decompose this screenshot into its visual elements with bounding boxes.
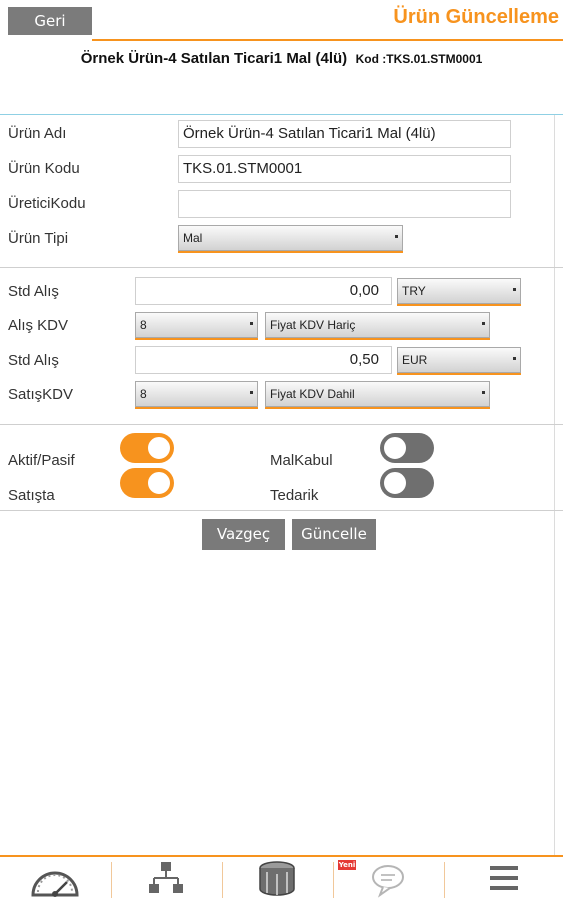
header-accent-line bbox=[92, 39, 563, 41]
sell-vat-label: SatışKDV bbox=[8, 386, 74, 403]
hierarchy-icon bbox=[149, 862, 183, 893]
product-type-select[interactable]: Mal bbox=[178, 225, 403, 251]
section-divider bbox=[0, 510, 563, 511]
sell-vat-select[interactable]: 8 bbox=[135, 381, 258, 407]
sell-price-label: Std Alış bbox=[8, 352, 59, 369]
sell-vat-mode-value: Fiyat KDV Dahil bbox=[270, 387, 355, 401]
supply-toggle[interactable] bbox=[380, 468, 434, 498]
product-name-heading: Örnek Ürün-4 Satılan Ticari1 Mal (4lü) bbox=[80, 50, 348, 67]
active-toggle[interactable] bbox=[120, 433, 174, 463]
buy-currency-value: TRY bbox=[402, 284, 426, 298]
menu-icon bbox=[490, 866, 518, 890]
section-divider bbox=[0, 424, 563, 425]
sell-vat-mode-select[interactable]: Fiyat KDV Dahil bbox=[265, 381, 490, 407]
products-box-icon bbox=[259, 861, 295, 896]
dropdown-arrow-icon bbox=[513, 357, 516, 360]
goods-receipt-toggle-label: MalKabul bbox=[270, 452, 333, 469]
product-type-value: Mal bbox=[183, 231, 203, 245]
dropdown-arrow-icon bbox=[513, 288, 516, 291]
buy-price-label: Std Alış bbox=[8, 283, 59, 300]
dropdown-arrow-icon bbox=[482, 322, 485, 325]
toggle-knob bbox=[382, 470, 408, 496]
toggle-knob bbox=[146, 435, 172, 461]
sell-vat-value: 8 bbox=[140, 387, 147, 401]
buy-currency-select[interactable]: TRY bbox=[397, 278, 521, 304]
product-code-heading: Kod :TKS.01.STM0001 bbox=[355, 52, 483, 66]
scroll-track bbox=[554, 115, 555, 855]
nav-tab-products[interactable] bbox=[222, 857, 333, 900]
dropdown-arrow-icon bbox=[482, 391, 485, 394]
dashboard-gauge-icon bbox=[31, 871, 79, 897]
back-button[interactable]: Geri bbox=[8, 7, 92, 35]
goods-receipt-toggle[interactable] bbox=[380, 433, 434, 463]
cancel-button[interactable]: Vazgeç bbox=[202, 519, 285, 550]
on-sale-toggle-label: Satışta bbox=[8, 487, 55, 504]
update-button[interactable]: Güncelle bbox=[292, 519, 376, 550]
new-badge: Yeni bbox=[338, 860, 356, 870]
manufacturer-code-input[interactable] bbox=[178, 190, 511, 218]
product-name-input[interactable]: Örnek Ürün-4 Satılan Ticari1 Mal (4lü) bbox=[178, 120, 511, 148]
buy-vat-label: Alış KDV bbox=[8, 317, 69, 334]
nav-tab-hierarchy[interactable] bbox=[111, 857, 222, 900]
sell-currency-value: EUR bbox=[402, 353, 428, 367]
active-toggle-label: Aktif/Pasif bbox=[8, 452, 75, 469]
buy-vat-mode-value: Fiyat KDV Hariç bbox=[270, 318, 356, 332]
on-sale-toggle[interactable] bbox=[120, 468, 174, 498]
product-code-input[interactable]: TKS.01.STM0001 bbox=[178, 155, 511, 183]
nav-tab-dashboard[interactable] bbox=[0, 857, 111, 900]
product-summary: Örnek Ürün-4 Satılan Ticari1 Mal (4lü) K… bbox=[0, 50, 563, 68]
buy-vat-select[interactable]: 8 bbox=[135, 312, 258, 338]
buy-vat-value: 8 bbox=[140, 318, 147, 332]
dropdown-arrow-icon bbox=[250, 322, 253, 325]
manufacturer-code-label: ÜreticiKodu bbox=[8, 195, 86, 212]
product-name-label: Ürün Adı bbox=[8, 125, 67, 142]
dropdown-arrow-icon bbox=[395, 235, 398, 238]
toggle-knob bbox=[382, 435, 408, 461]
header-divider bbox=[0, 114, 563, 115]
sell-price-input[interactable]: 0,50 bbox=[135, 346, 392, 374]
supply-toggle-label: Tedarik bbox=[270, 487, 319, 504]
dropdown-arrow-icon bbox=[250, 391, 253, 394]
nav-tab-menu[interactable] bbox=[444, 857, 555, 900]
buy-vat-mode-select[interactable]: Fiyat KDV Hariç bbox=[265, 312, 490, 338]
toggle-knob bbox=[146, 470, 172, 496]
sell-currency-select[interactable]: EUR bbox=[397, 347, 521, 373]
page-title: Ürün Güncelleme bbox=[393, 6, 559, 28]
product-type-label: Ürün Tipi bbox=[8, 230, 69, 247]
section-divider bbox=[0, 267, 563, 268]
product-code-label: Ürün Kodu bbox=[8, 160, 80, 177]
buy-price-input[interactable]: 0,00 bbox=[135, 277, 392, 305]
